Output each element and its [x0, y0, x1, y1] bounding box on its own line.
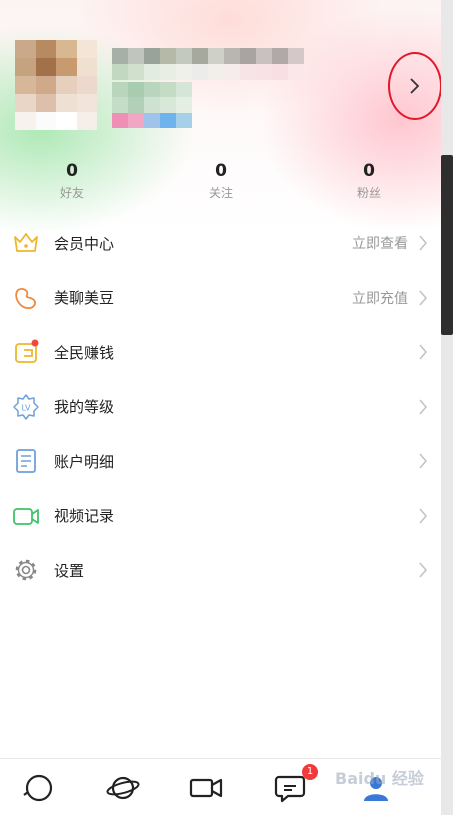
chevron-right-icon	[419, 562, 428, 578]
friends-count: 0	[66, 161, 78, 181]
stats-bar: 0 好友 0 关注 0 粉丝	[0, 160, 440, 210]
chevron-right-icon	[419, 235, 428, 251]
scrollbar-thumb[interactable]	[441, 155, 453, 335]
menu-label-vip-center: 会员中心	[54, 234, 115, 253]
menu-item-beans[interactable]: 美聊美豆 立即充值	[0, 271, 440, 326]
following-label: 关注	[208, 186, 233, 200]
menu-item-earn-money[interactable]: 全民赚钱	[0, 325, 440, 380]
chevron-right-icon	[419, 344, 428, 360]
menu-list: 会员中心 立即查看 美聊美豆 立即充值 全民赚钱 LV 我的等级 账户明细 视频…	[0, 216, 440, 598]
menu-label-earn-money: 全民赚钱	[54, 343, 115, 362]
menu-label-account-details: 账户明细	[54, 452, 115, 471]
menu-value-beans: 立即充值	[352, 290, 408, 307]
crown-icon	[14, 233, 38, 253]
menu-item-video-records[interactable]: 视频记录	[0, 489, 440, 544]
friends-stat[interactable]: 0 好友	[22, 160, 122, 201]
scrollbar-track[interactable]	[441, 0, 453, 815]
video-camera-icon	[13, 507, 39, 525]
watermark: Baidu 经验	[335, 769, 424, 788]
planet-icon[interactable]	[105, 771, 141, 805]
menu-label-video-records: 视频记录	[54, 507, 115, 526]
menu-item-vip-center[interactable]: 会员中心 立即查看	[0, 216, 440, 271]
video-camera-icon[interactable]	[188, 771, 224, 805]
friends-label: 好友	[59, 186, 84, 200]
chevron-right-icon	[410, 78, 420, 94]
following-count: 0	[215, 161, 227, 181]
menu-item-settings[interactable]: 设置	[0, 543, 440, 598]
chevron-right-icon	[419, 290, 428, 306]
gear-icon	[15, 559, 37, 581]
chevron-right-icon	[419, 399, 428, 415]
menu-item-account-details[interactable]: 账户明细	[0, 434, 440, 489]
svg-text:LV: LV	[21, 403, 31, 412]
profile-detail-button[interactable]	[388, 52, 442, 120]
username-blurred	[112, 48, 304, 80]
level-badge-icon: LV	[13, 394, 39, 420]
avatar[interactable]	[15, 40, 97, 130]
bean-icon	[15, 287, 36, 309]
fans-label: 粉丝	[356, 186, 381, 200]
chevron-right-icon	[419, 508, 428, 524]
home-circle-icon[interactable]	[21, 771, 57, 805]
chevron-right-icon	[419, 453, 428, 469]
document-icon	[16, 449, 36, 474]
wallet-icon	[15, 339, 39, 364]
following-stat[interactable]: 0 关注	[171, 160, 271, 201]
menu-value-vip-center: 立即查看	[352, 236, 408, 253]
fans-stat[interactable]: 0 粉丝	[319, 160, 419, 201]
user-id-blurred	[112, 82, 192, 128]
fans-count: 0	[363, 161, 375, 181]
menu-label-my-level: 我的等级	[54, 398, 115, 417]
menu-item-my-level[interactable]: LV 我的等级	[0, 380, 440, 435]
menu-label-beans: 美聊美豆	[54, 289, 115, 308]
menu-label-settings: 设置	[54, 561, 85, 580]
message-badge: 1	[302, 764, 318, 780]
